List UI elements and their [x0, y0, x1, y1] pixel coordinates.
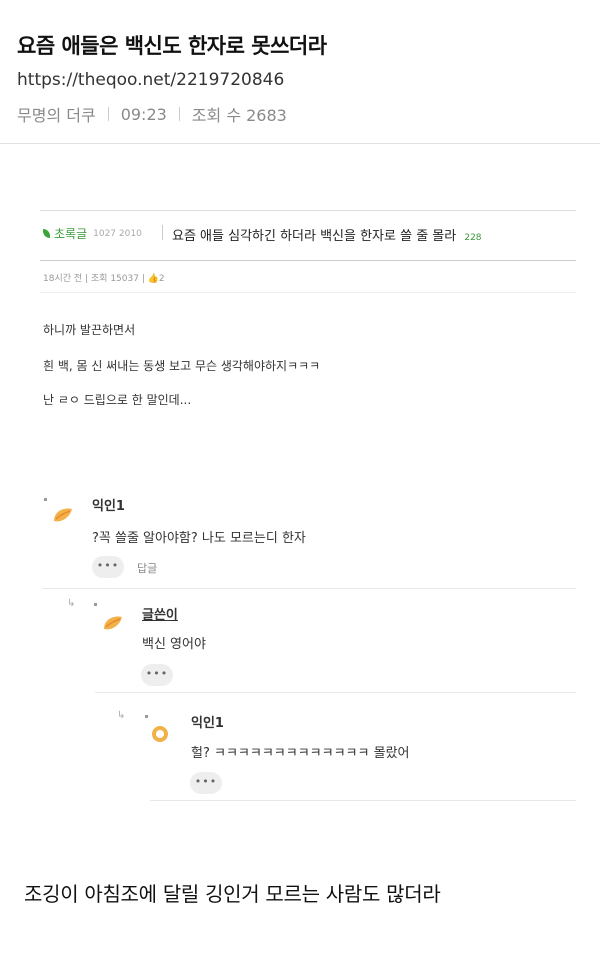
comment-author[interactable]: 글쓴이: [142, 604, 178, 623]
capture-board-number: 1027 2010: [93, 228, 142, 239]
post-caption: 조깅이 아침조에 달릴 깅인거 모르는 사람도 많더라: [24, 882, 441, 906]
more-button[interactable]: •••: [190, 772, 222, 794]
capture-title-separator: [162, 225, 163, 240]
capture-comment-count: 228: [464, 233, 482, 243]
post-author[interactable]: 무명의 더쿠: [17, 102, 96, 126]
more-button[interactable]: •••: [92, 556, 124, 578]
capture-body-line: 흰 백, 몸 신 써내는 동생 보고 무슨 생각해야하지ㅋㅋㅋ: [43, 359, 321, 373]
avatar-icon: [104, 616, 122, 630]
comment-text: 백신 영어야: [142, 637, 206, 652]
header-divider: [0, 143, 600, 144]
post-url-link[interactable]: https://theqoo.net/2219720846: [17, 70, 284, 90]
capture-meta: 18시간 전 | 조회 15037 | 👍2: [43, 274, 165, 284]
reply-arrow-icon: ↳: [67, 598, 76, 609]
embedded-screenshot: 초록글 1027 2010 요즘 애들 심각하긴 하더라 백신을 한자로 쓸 줄…: [0, 145, 600, 825]
capture-board-label: 초록글 1027 2010: [43, 225, 142, 242]
comment-text: ?꼭 쓸줄 알아야함? 나도 모르는디 한자: [92, 531, 306, 546]
comment-marker: [145, 715, 148, 718]
reply-button[interactable]: 답글: [137, 560, 157, 576]
comment-author[interactable]: 익인1: [92, 495, 125, 514]
meta-separator: [178, 107, 180, 121]
capture-board-name: 초록글: [54, 227, 88, 241]
comment-marker: [44, 498, 47, 501]
post-meta: 무명의 더쿠 09:23 조회 수 2683: [17, 102, 287, 126]
comment-divider: [150, 800, 576, 801]
comment-marker: [94, 603, 97, 606]
capture-divider: [40, 292, 576, 293]
post-header: 요즘 애들은 백신도 한자로 못쓰더라 https://theqoo.net/2…: [0, 0, 600, 145]
avatar-icon: [152, 726, 168, 742]
post-title: 요즘 애들은 백신도 한자로 못쓰더라: [17, 34, 327, 58]
comment-divider: [95, 692, 576, 693]
more-button[interactable]: •••: [141, 664, 173, 686]
reply-arrow-icon: ↳: [117, 710, 126, 721]
capture-title: 요즘 애들 심각하긴 하더라 백신을 한자로 쓸 줄 몰라 228: [172, 225, 482, 244]
capture-divider: [40, 260, 576, 261]
meta-separator: [107, 107, 109, 121]
leaf-icon: [43, 229, 50, 238]
comment-divider: [42, 588, 576, 589]
capture-body-line: 난 ㄹㅇ 드립으로 한 말인데...: [43, 393, 192, 407]
avatar-icon: [54, 508, 72, 522]
post-time: 09:23: [120, 104, 167, 124]
post-views: 조회 수 2683: [191, 106, 287, 125]
capture-top-divider: [40, 210, 576, 211]
comment-author[interactable]: 익인1: [191, 712, 224, 731]
comment-text: 헐? ㅋㅋㅋㅋㅋㅋㅋㅋㅋㅋㅋㅋㅋ 몰랐어: [191, 746, 410, 761]
capture-body-line: 하니까 발끈하면서: [43, 323, 136, 337]
capture-title-text: 요즘 애들 심각하긴 하더라 백신을 한자로 쓸 줄 몰라: [172, 229, 457, 244]
